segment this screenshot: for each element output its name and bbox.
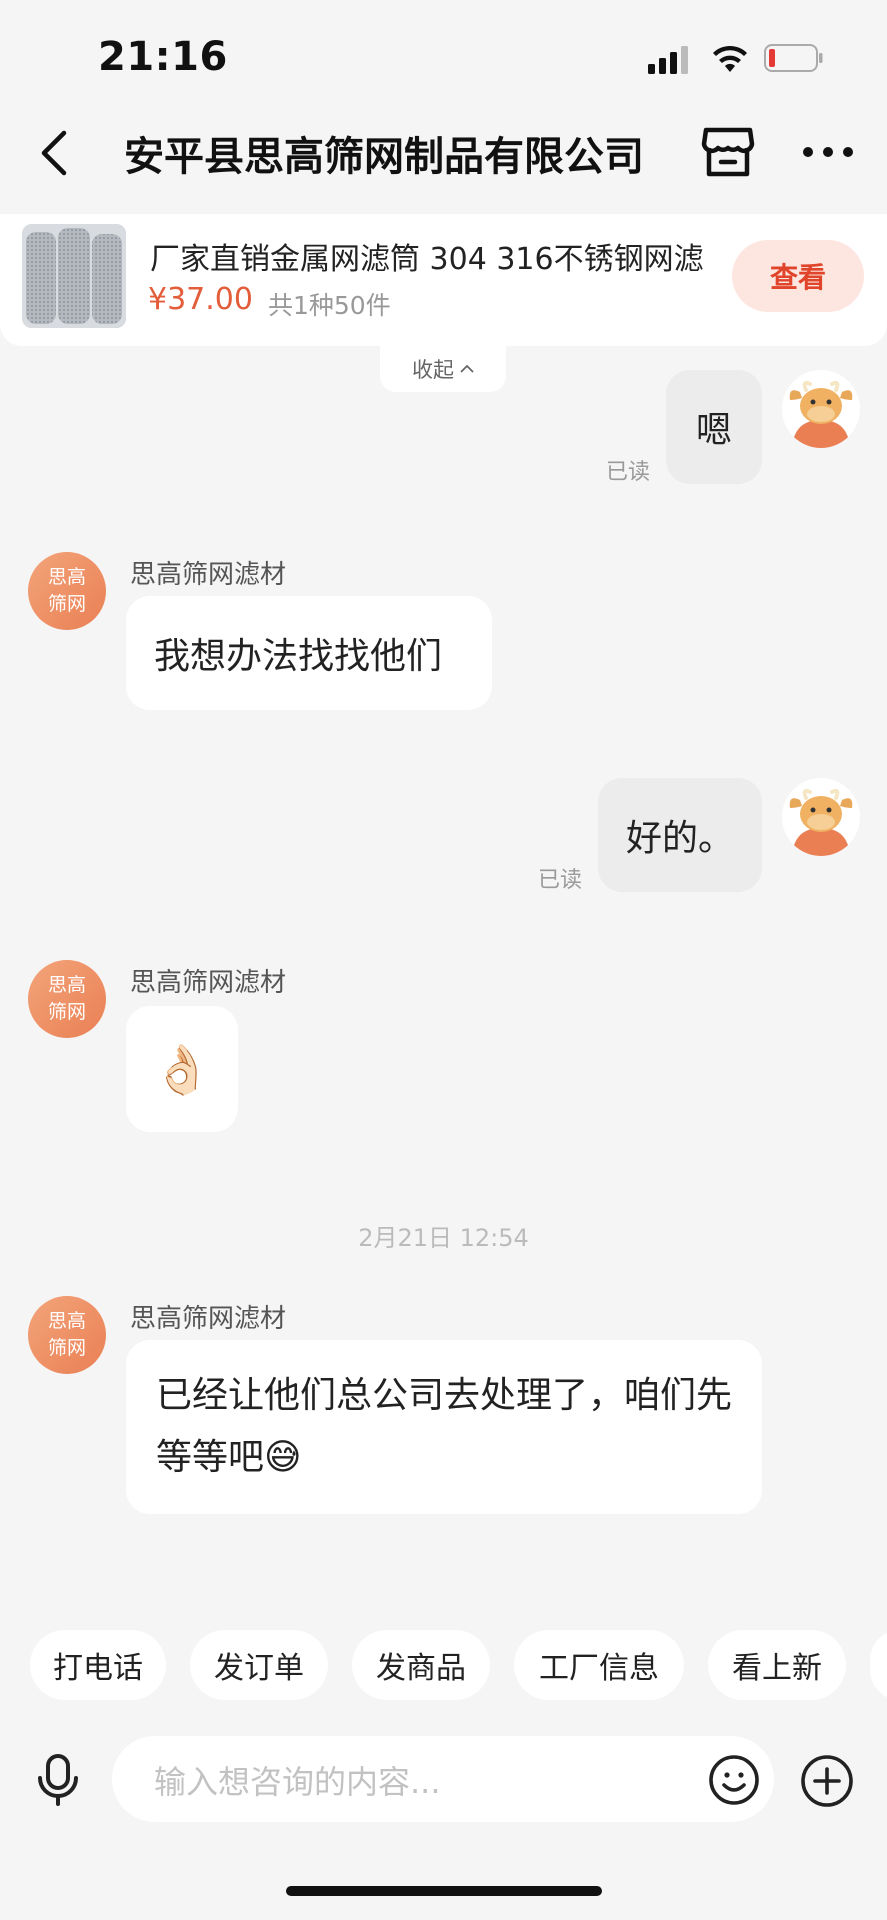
- more-dots-icon[interactable]: [800, 132, 856, 172]
- product-thumbnail[interactable]: [22, 224, 126, 328]
- shop-avatar-line2: 筛网: [47, 1001, 86, 1023]
- product-title[interactable]: 厂家直销金属网滤筒 304 316不锈钢网滤: [150, 234, 710, 278]
- quick-action-factory-info[interactable]: 工厂信息: [514, 1630, 684, 1700]
- message-bubble-shop[interactable]: 👌🏻: [126, 1006, 238, 1132]
- my-avatar[interactable]: [782, 370, 860, 448]
- quick-action-more[interactable]: [870, 1630, 887, 1700]
- message-text: 已经让他们总公司去处理了，咱们先等等吧😅: [156, 1375, 733, 1478]
- battery-icon: [764, 44, 823, 72]
- product-price: ¥37.00: [148, 282, 253, 317]
- time-divider: 2月21日 12:54: [358, 1224, 529, 1252]
- message-text: 我想办法找找他们: [154, 636, 443, 677]
- shop-avatar-line2: 筛网: [47, 593, 86, 615]
- cellular-signal-icon: [648, 46, 688, 74]
- collapse-label: 收起: [412, 358, 454, 382]
- sender-name: 思高筛网滤材: [130, 968, 287, 998]
- view-product-button[interactable]: 查看: [732, 240, 864, 312]
- my-avatar[interactable]: [782, 778, 860, 856]
- emoji-icon[interactable]: [708, 1754, 760, 1806]
- quick-action-call[interactable]: 打电话: [30, 1630, 166, 1700]
- plus-circle-icon[interactable]: [800, 1754, 854, 1808]
- ok-hand-emoji: 👌🏻: [152, 1041, 212, 1098]
- shop-avatar-line2: 筛网: [47, 1337, 86, 1359]
- chevron-left-icon: [41, 130, 67, 176]
- message-text: 嗯: [695, 410, 732, 451]
- message-bubble-shop[interactable]: 已经让他们总公司去处理了，咱们先等等吧😅: [126, 1340, 762, 1514]
- sender-name: 思高筛网滤材: [130, 1304, 287, 1334]
- cow-avatar-icon: [782, 778, 860, 856]
- message-bubble-mine[interactable]: 嗯: [666, 370, 762, 484]
- shop-avatar-line1: 思高: [47, 566, 86, 588]
- product-quantity: 共1种50件: [268, 291, 391, 320]
- home-indicator[interactable]: [286, 1886, 602, 1896]
- chevron-up-icon: [460, 364, 474, 373]
- shop-avatar[interactable]: 思高 筛网: [28, 1296, 106, 1374]
- wifi-icon: [713, 45, 747, 72]
- status-time: 21:16: [98, 34, 228, 80]
- collapse-button[interactable]: 收起: [380, 346, 506, 392]
- quick-action-new-arrivals[interactable]: 看上新: [708, 1630, 846, 1700]
- sender-name: 思高筛网滤材: [130, 560, 287, 590]
- read-status: 已读: [538, 868, 583, 893]
- quick-action-send-order[interactable]: 发订单: [190, 1630, 328, 1700]
- microphone-icon[interactable]: [30, 1752, 86, 1808]
- cow-avatar-icon: [782, 370, 860, 448]
- back-button[interactable]: [30, 124, 78, 182]
- read-status: 已读: [606, 460, 651, 485]
- message-bubble-shop[interactable]: 我想办法找找他们: [126, 596, 492, 710]
- message-bubble-mine[interactable]: 好的。: [598, 778, 762, 892]
- message-text: 好的。: [625, 818, 734, 859]
- page-title: 安平县思高筛网制品有限公司: [124, 134, 644, 180]
- message-input-placeholder: 输入想咨询的内容...: [154, 1763, 441, 1801]
- shop-avatar-line1: 思高: [47, 1310, 86, 1332]
- quick-action-send-product[interactable]: 发商品: [352, 1630, 490, 1700]
- shop-avatar[interactable]: 思高 筛网: [28, 960, 106, 1038]
- store-icon[interactable]: [700, 124, 756, 180]
- shop-avatar[interactable]: 思高 筛网: [28, 552, 106, 630]
- shop-avatar-line1: 思高: [47, 974, 86, 996]
